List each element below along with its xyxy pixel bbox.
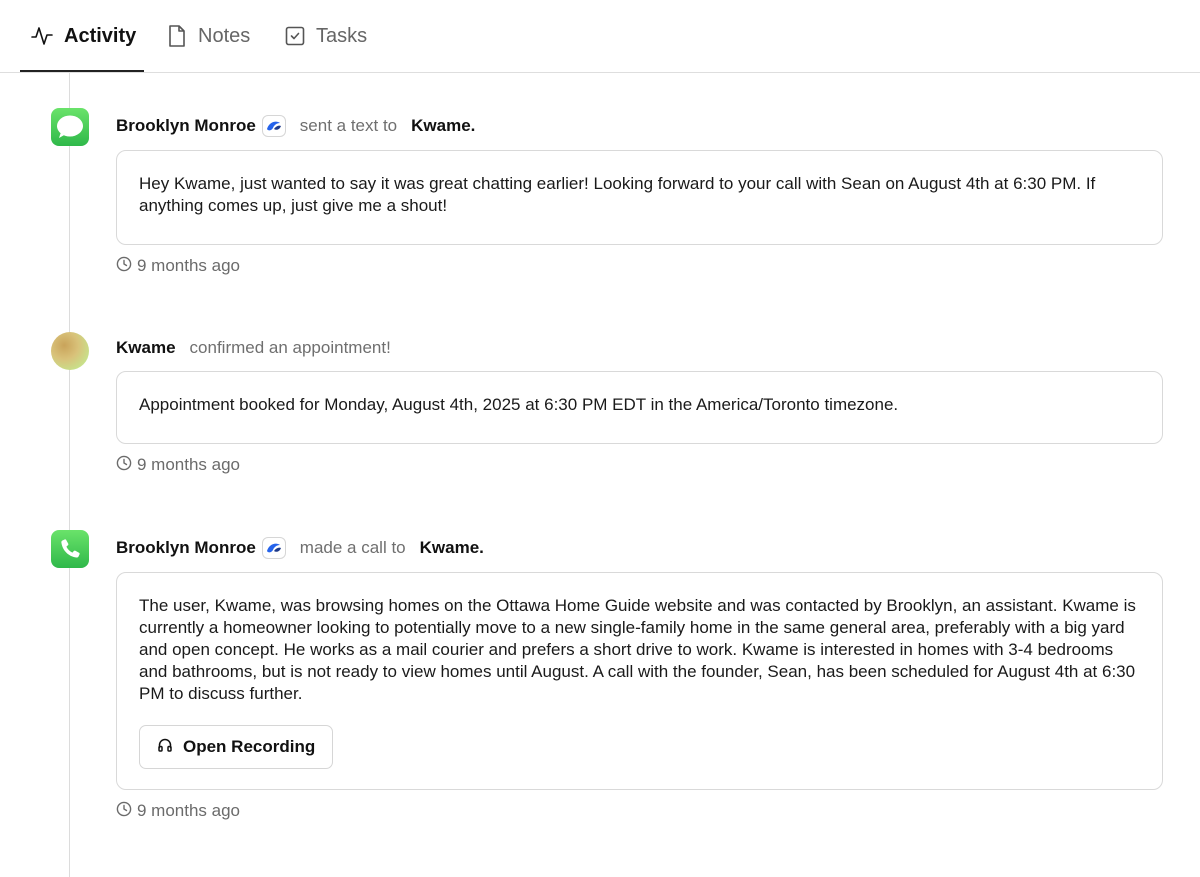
- active-tab-indicator: [20, 70, 144, 72]
- tab-label: Activity: [64, 24, 137, 47]
- message-body: Hey Kwame, just wanted to say it was gre…: [139, 174, 1096, 215]
- timestamp-text: 9 months ago: [137, 256, 241, 275]
- open-recording-label: Open Recording: [183, 737, 316, 756]
- appointment-body: Appointment booked for Monday, August 4t…: [139, 395, 899, 414]
- actor-name[interactable]: Kwame: [116, 338, 176, 358]
- tab-label: Tasks: [316, 24, 368, 47]
- tab-bar: Activity Notes Tasks: [0, 0, 1200, 73]
- actor-name[interactable]: Brooklyn Monroe: [116, 116, 256, 136]
- timestamp: 9 months ago: [116, 454, 240, 476]
- clock-icon: [116, 256, 132, 277]
- action-text: made a call to: [299, 538, 406, 557]
- tab-tasks[interactable]: Tasks: [284, 0, 367, 72]
- action-text: confirmed an appointment!: [189, 338, 391, 357]
- tab-label: Notes: [198, 24, 251, 47]
- checkbox-icon: [284, 25, 306, 47]
- call-summary-body: The user, Kwame, was browsing homes on t…: [139, 596, 1136, 703]
- target-name[interactable]: Kwame.: [420, 538, 484, 558]
- target-name[interactable]: Kwame.: [411, 116, 475, 136]
- assistant-badge-icon: [261, 115, 286, 137]
- activity-icon: [30, 24, 54, 48]
- entry-header: Kwame confirmed an appointment!: [116, 336, 391, 360]
- timestamp: 9 months ago: [116, 800, 240, 822]
- timeline-line: [69, 73, 70, 877]
- actor-name[interactable]: Brooklyn Monroe: [116, 538, 256, 558]
- timestamp-text: 9 months ago: [137, 801, 241, 820]
- headphones-icon: [157, 737, 173, 758]
- clock-icon: [116, 801, 132, 822]
- appointment-card: Appointment booked for Monday, August 4t…: [116, 371, 1163, 444]
- entry-header: Brooklyn Monroe sent a text to Kwame.: [116, 114, 475, 138]
- document-icon: [166, 24, 188, 48]
- tab-notes[interactable]: Notes: [166, 0, 250, 72]
- action-text: sent a text to: [299, 116, 398, 135]
- assistant-badge-icon: [261, 537, 286, 559]
- timestamp: 9 months ago: [116, 255, 240, 277]
- clock-icon: [116, 455, 132, 476]
- tab-activity[interactable]: Activity: [30, 0, 136, 72]
- message-card: Hey Kwame, just wanted to say it was gre…: [116, 150, 1163, 245]
- entry-header: Brooklyn Monroe made a call to Kwame.: [116, 536, 484, 560]
- timestamp-text: 9 months ago: [137, 455, 241, 474]
- avatar: [51, 332, 89, 370]
- call-summary-card: The user, Kwame, was browsing homes on t…: [116, 572, 1163, 790]
- phone-icon: [51, 530, 89, 568]
- open-recording-button[interactable]: Open Recording: [139, 725, 334, 769]
- message-bubble-icon: [51, 108, 89, 146]
